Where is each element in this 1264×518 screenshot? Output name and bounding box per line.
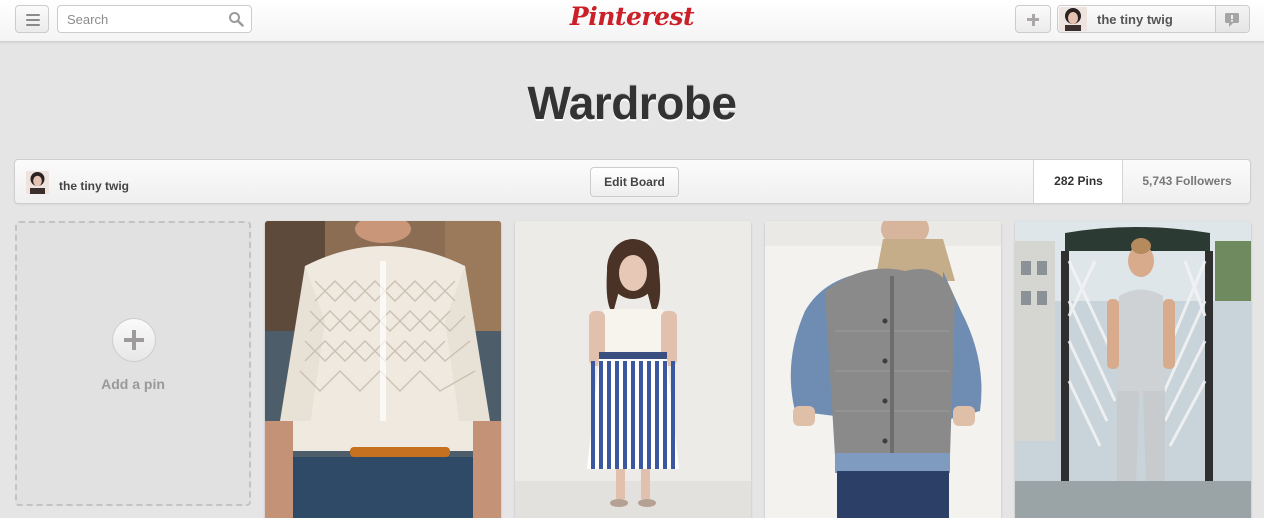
lace-blouse-photo bbox=[265, 221, 501, 518]
board-owner-link[interactable]: the tiny twig bbox=[59, 179, 129, 193]
speech-bubble-icon bbox=[1225, 13, 1239, 27]
pins-count-tab[interactable]: 282 Pins bbox=[1033, 160, 1123, 203]
board-title: Wardrobe bbox=[527, 77, 737, 129]
add-button[interactable] bbox=[1015, 5, 1051, 33]
edit-board-button[interactable]: Edit Board bbox=[590, 167, 679, 197]
pin-striped-skirt[interactable] bbox=[515, 221, 751, 518]
search-input[interactable]: Search bbox=[57, 5, 252, 33]
tweed-vest-photo bbox=[765, 221, 1001, 518]
pinterest-logo[interactable]: Pinterest bbox=[570, 2, 695, 31]
top-navigation-bar: Search Pinterest the tiny twig bbox=[0, 0, 1264, 42]
jumpsuit-photo bbox=[1015, 221, 1251, 518]
add-pin-plus-icon bbox=[112, 318, 156, 362]
menu-button[interactable] bbox=[15, 5, 49, 33]
pin-jumpsuit[interactable] bbox=[1015, 221, 1251, 518]
pin-tweed-vest[interactable] bbox=[765, 221, 1001, 518]
striped-skirt-photo bbox=[515, 221, 751, 518]
notifications-button[interactable] bbox=[1215, 6, 1249, 32]
followers-count-tab[interactable]: 5,743 Followers bbox=[1122, 160, 1251, 203]
profile-menu-button[interactable]: the tiny twig bbox=[1057, 5, 1250, 33]
owner-avatar[interactable] bbox=[26, 171, 49, 194]
search-placeholder: Search bbox=[67, 12, 109, 27]
pin-lace-blouse[interactable] bbox=[265, 221, 501, 518]
search-icon[interactable] bbox=[228, 11, 244, 27]
add-pin-label: Add a pin bbox=[101, 376, 165, 392]
board-info-bar: the tiny twig Edit Board 282 Pins 5,743 … bbox=[14, 159, 1251, 204]
add-pin-tile[interactable]: Add a pin bbox=[15, 221, 251, 506]
user-name: the tiny twig bbox=[1097, 12, 1173, 27]
user-avatar bbox=[1059, 7, 1087, 31]
